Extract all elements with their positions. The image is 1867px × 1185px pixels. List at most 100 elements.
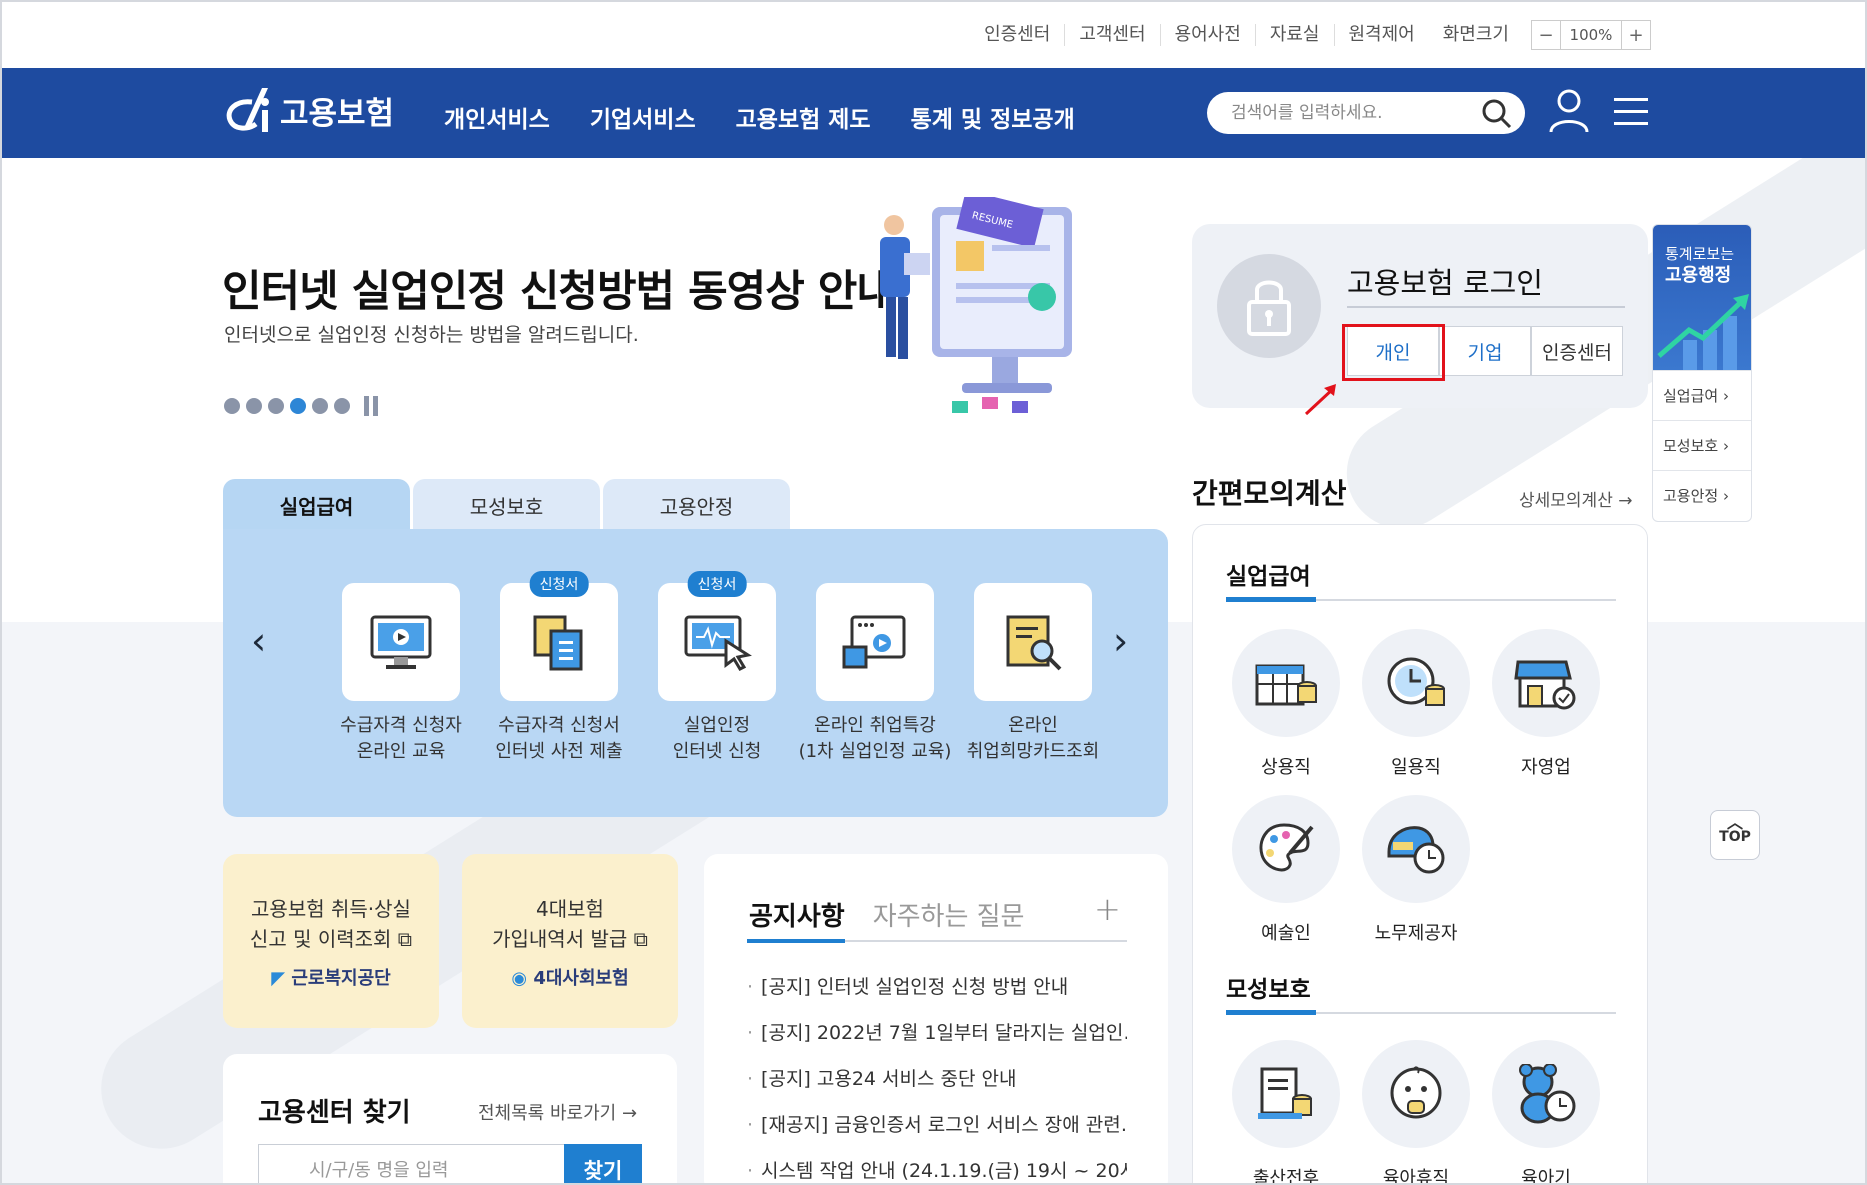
calc-title: 간편모의계산 <box>1192 477 1347 510</box>
job-center-search-input[interactable] <box>258 1144 564 1183</box>
online-apply-icon <box>684 615 752 671</box>
nav-statistics[interactable]: 통계 및 정보공개 <box>911 100 1075 134</box>
service-icon-box <box>974 583 1092 701</box>
util-link-library[interactable]: 자료실 <box>1256 24 1335 46</box>
slide-dot-active[interactable] <box>290 398 306 414</box>
carousel-prev-icon[interactable]: ‹ <box>251 619 266 663</box>
calc-item-label: 상용직 <box>1261 757 1311 778</box>
notice-item[interactable]: [공지] 인터넷 실업인정 신청 방법 안내 <box>747 972 1127 1018</box>
nav-personal[interactable]: 개인서비스 <box>444 100 550 134</box>
pause-icon[interactable] <box>364 396 382 416</box>
video-lecture-icon <box>842 615 906 669</box>
chart-rising-icon <box>1657 294 1749 370</box>
tab-unemployment[interactable]: 실업급여 <box>223 479 410 531</box>
util-link-customer[interactable]: 고객센터 <box>1065 24 1161 46</box>
calc-item-parental-leave[interactable]: 육아휴직 <box>1361 1040 1471 1185</box>
service-panel: ‹ › 수급자격 신청자 온라인 교육 신청서 수급자격 신청서 인터넷 사전 … <box>223 529 1168 817</box>
zoom-value: 100% <box>1560 21 1622 49</box>
slide-dot[interactable] <box>268 398 284 414</box>
notice-item[interactable]: [공지] 고용24 서비스 중단 안내 <box>747 1064 1127 1110</box>
teddy-bear-clock-icon <box>1519 1064 1576 1124</box>
application-badge: 신청서 <box>687 571 747 597</box>
lock-icon <box>1247 280 1291 336</box>
tab-faq[interactable]: 자주하는 질문 <box>873 896 1025 933</box>
tab-stability[interactable]: 고용안정 <box>603 479 790 531</box>
four-insurance-card[interactable]: 4대보험 가입내역서 발급 ⧉ ◉ 4대사회보험 <box>462 854 678 1028</box>
search-box <box>1207 92 1525 134</box>
calc-item-label: 노무제공자 <box>1374 923 1458 944</box>
calc-item-labor-provider[interactable]: 노무제공자 <box>1361 795 1471 945</box>
nav-business[interactable]: 기업서비스 <box>590 100 696 134</box>
login-title: 고용보험 로그인 <box>1347 266 1543 300</box>
calc-item-regular[interactable]: 상용직 <box>1231 629 1341 779</box>
calc-item-childcare[interactable]: 육아기 <box>1491 1040 1601 1183</box>
calc-icon-circle <box>1232 629 1340 737</box>
store-icon <box>1514 660 1576 710</box>
search-icon[interactable] <box>1481 98 1513 130</box>
job-center-search-button[interactable]: 찾기 <box>564 1144 642 1183</box>
logo-text: 고용보험 <box>280 95 395 132</box>
calc-icon-circle <box>1232 795 1340 903</box>
service-item[interactable]: 신청서 실업인정 인터넷 신청 <box>632 571 802 765</box>
quick-item-maternity[interactable]: 모성보호 › <box>1653 420 1751 470</box>
calc-item-childbirth[interactable]: 출산전후 <box>1231 1040 1341 1185</box>
zoom-in-button[interactable]: + <box>1622 21 1650 49</box>
login-cert-center-button[interactable]: 인증센터 <box>1531 326 1623 376</box>
calc-item-self-employed[interactable]: 자영업 <box>1491 629 1601 779</box>
slide-dot[interactable] <box>246 398 262 414</box>
calc-item-label: 자영업 <box>1521 757 1571 778</box>
login-business-button[interactable]: 기업 <box>1439 326 1531 376</box>
job-center-finder: 고용센터 찾기 전체목록 바로가기 → 찾기 <box>223 1054 677 1183</box>
hamburger-menu-icon[interactable] <box>1614 98 1648 126</box>
service-item[interactable]: 수급자격 신청자 온라인 교육 <box>316 583 486 765</box>
quick-item-stability[interactable]: 고용안정 › <box>1653 470 1751 520</box>
job-center-list-link[interactable]: 전체목록 바로가기 → <box>478 1099 637 1125</box>
calc-item-label: 출산전후 <box>1252 1168 1320 1185</box>
zoom-label: 화면크기 <box>1442 24 1509 45</box>
stats-banner[interactable]: 통계로보는 고용행정 <box>1653 225 1751 370</box>
quick-item-label: 모성보호 <box>1663 437 1719 455</box>
tab-notice[interactable]: 공지사항 <box>749 896 845 933</box>
insurance-history-card[interactable]: 고용보험 취득·상실 신고 및 이력조회 ⧉ ◤ 근로복지공단 <box>223 854 439 1028</box>
notice-active-underline <box>747 939 845 943</box>
hero-title[interactable]: 인터넷 실업인정 신청방법 동영상 안내 <box>222 257 896 319</box>
tab-maternity[interactable]: 모성보호 <box>413 479 600 531</box>
lock-icon-circle <box>1217 254 1321 358</box>
clock-coins-icon <box>1387 657 1445 706</box>
slide-dot[interactable] <box>334 398 350 414</box>
site-logo[interactable]: 고용보험 <box>222 84 394 136</box>
nav-system[interactable]: 고용보험 제도 <box>736 100 871 134</box>
quick-menu: 통계로보는 고용행정 실업급여 › 모성보호 › 고용안정 › <box>1652 224 1752 522</box>
service-item[interactable]: 신청서 수급자격 신청서 인터넷 사전 제출 <box>474 571 644 765</box>
util-link-remote[interactable]: 원격제어 <box>1335 24 1429 46</box>
calc-icon-circle <box>1492 1040 1600 1148</box>
slide-dot[interactable] <box>312 398 328 414</box>
calc-section-unemployment: 실업급여 <box>1226 564 1311 590</box>
four-insurance-logo-icon: ◉ <box>511 968 528 989</box>
four-insurance-logo: ◉ 4대사회보험 <box>511 968 629 989</box>
quick-item-unemployment[interactable]: 실업급여 › <box>1653 370 1751 420</box>
more-plus-icon[interactable]: + <box>1094 890 1121 928</box>
detailed-calc-link[interactable]: 상세모의계산 → <box>1519 486 1633 511</box>
notice-item[interactable]: [재공지] 금융인증서 로그인 서비스 장애 관련… <box>747 1110 1127 1156</box>
user-icon[interactable] <box>1547 88 1591 134</box>
service-item[interactable]: 온라인 취업특강 (1차 실업인정 교육) <box>790 583 960 765</box>
zoom-out-button[interactable]: − <box>1532 21 1560 49</box>
notice-item[interactable]: 시스템 작업 안내 (24.1.19.(금) 19시 ~ 20시) <box>747 1156 1127 1183</box>
service-item[interactable]: 온라인 취업희망카드조회 <box>948 583 1118 765</box>
util-link-cert[interactable]: 인증센터 <box>970 24 1066 46</box>
calc-item-daily[interactable]: 일용직 <box>1361 629 1471 779</box>
comwel-logo-icon: ◤ <box>271 968 286 989</box>
service-icon-box: 신청서 <box>658 571 776 701</box>
slide-dot[interactable] <box>224 398 240 414</box>
scroll-top-button[interactable]: ︿ TOP <box>1710 810 1760 860</box>
notice-item[interactable]: [공지] 2022년 7월 1일부터 달라지는 실업인… <box>747 1018 1127 1064</box>
calendar-coins-icon <box>1255 664 1317 706</box>
calc-item-label: 육아휴직 <box>1382 1168 1450 1185</box>
search-input[interactable] <box>1207 92 1457 134</box>
palette-icon <box>1259 823 1314 872</box>
external-link-icon: ⧉ <box>397 927 413 951</box>
calc-icon-circle <box>1362 1040 1470 1148</box>
util-link-glossary[interactable]: 용어사전 <box>1161 24 1256 46</box>
calc-item-artist[interactable]: 예술인 <box>1231 795 1341 945</box>
